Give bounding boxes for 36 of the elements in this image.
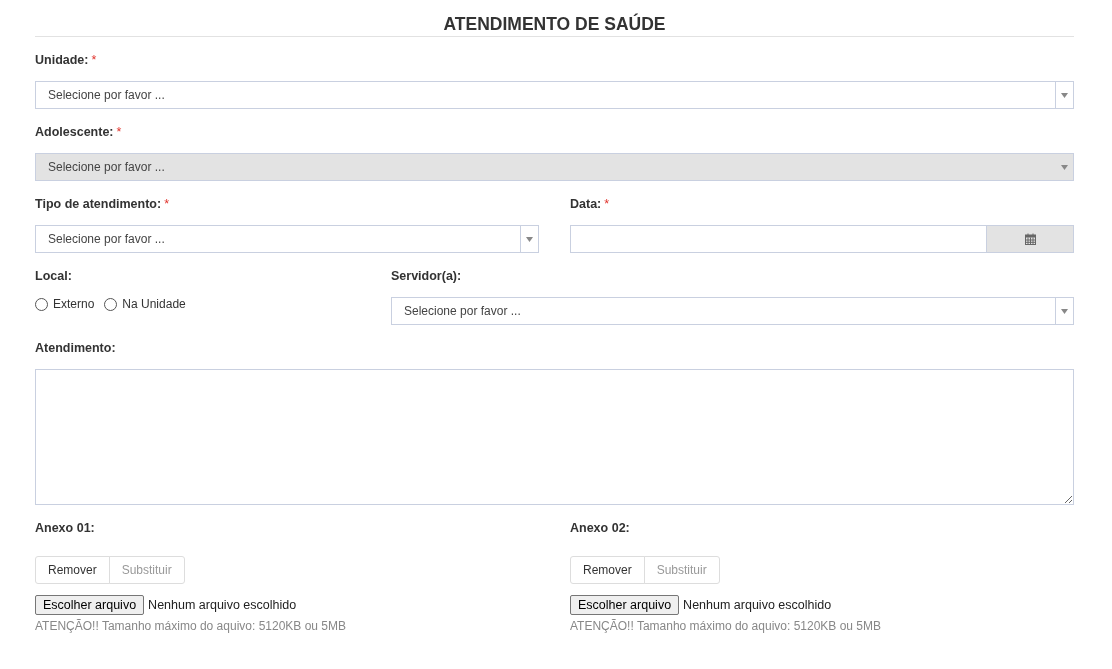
file-size-note: ATENÇÃO!! Tamanho máximo do aquivo: 5120KB ou 5MB bbox=[570, 619, 883, 633]
radio-option[interactable]: Na Unidade bbox=[104, 296, 186, 312]
caret-icon bbox=[1061, 92, 1068, 98]
caret-icon bbox=[1060, 164, 1068, 170]
field-label: Servidor(a): bbox=[391, 269, 462, 283]
required-asterisk: * bbox=[164, 197, 170, 211]
select-field[interactable]: Selecione por favor ... bbox=[35, 81, 1074, 109]
select-field[interactable]: Selecione por favor ... bbox=[35, 225, 539, 253]
required-asterisk: * bbox=[91, 53, 97, 67]
caret-icon bbox=[526, 236, 533, 242]
select-field[interactable]: Selecione por favor ... bbox=[391, 297, 1074, 325]
date-field[interactable] bbox=[570, 225, 1074, 253]
field-label: Local: bbox=[35, 269, 72, 283]
field-label: Atendimento: bbox=[35, 341, 116, 355]
caret-icon bbox=[1061, 308, 1068, 314]
field-label: Tipo de atendimento: bbox=[35, 197, 162, 211]
choose-file-button[interactable]: Escolher arquivo bbox=[570, 595, 680, 615]
radio-button[interactable] bbox=[104, 297, 118, 311]
remove-button[interactable]: Remover bbox=[570, 556, 645, 584]
page-title: ATENDIMENTO DE SAÚDE bbox=[443, 14, 666, 36]
radio-option[interactable]: Externo bbox=[35, 296, 95, 312]
remove-button[interactable]: Remover bbox=[35, 556, 110, 584]
field-label: Data: bbox=[570, 197, 602, 211]
field-label: Adolescente: bbox=[35, 125, 114, 139]
calendar-icon bbox=[1024, 233, 1036, 245]
file-status: Nenhum arquivo escolhido bbox=[148, 598, 297, 612]
field-label: Anexo 01: bbox=[35, 521, 95, 535]
required-asterisk: * bbox=[116, 125, 122, 139]
calendar-button[interactable] bbox=[986, 226, 1073, 252]
file-size-note: ATENÇÃO!! Tamanho máximo do aquivo: 5120KB ou 5MB bbox=[35, 619, 348, 633]
field-label: Unidade: bbox=[35, 53, 89, 67]
field-label: Anexo 02: bbox=[570, 521, 630, 535]
radio-button[interactable] bbox=[35, 297, 48, 311]
required-asterisk: * bbox=[604, 197, 610, 211]
file-status: Nenhum arquivo escolhido bbox=[683, 598, 832, 612]
choose-file-button[interactable]: Escolher arquivo bbox=[35, 595, 145, 615]
